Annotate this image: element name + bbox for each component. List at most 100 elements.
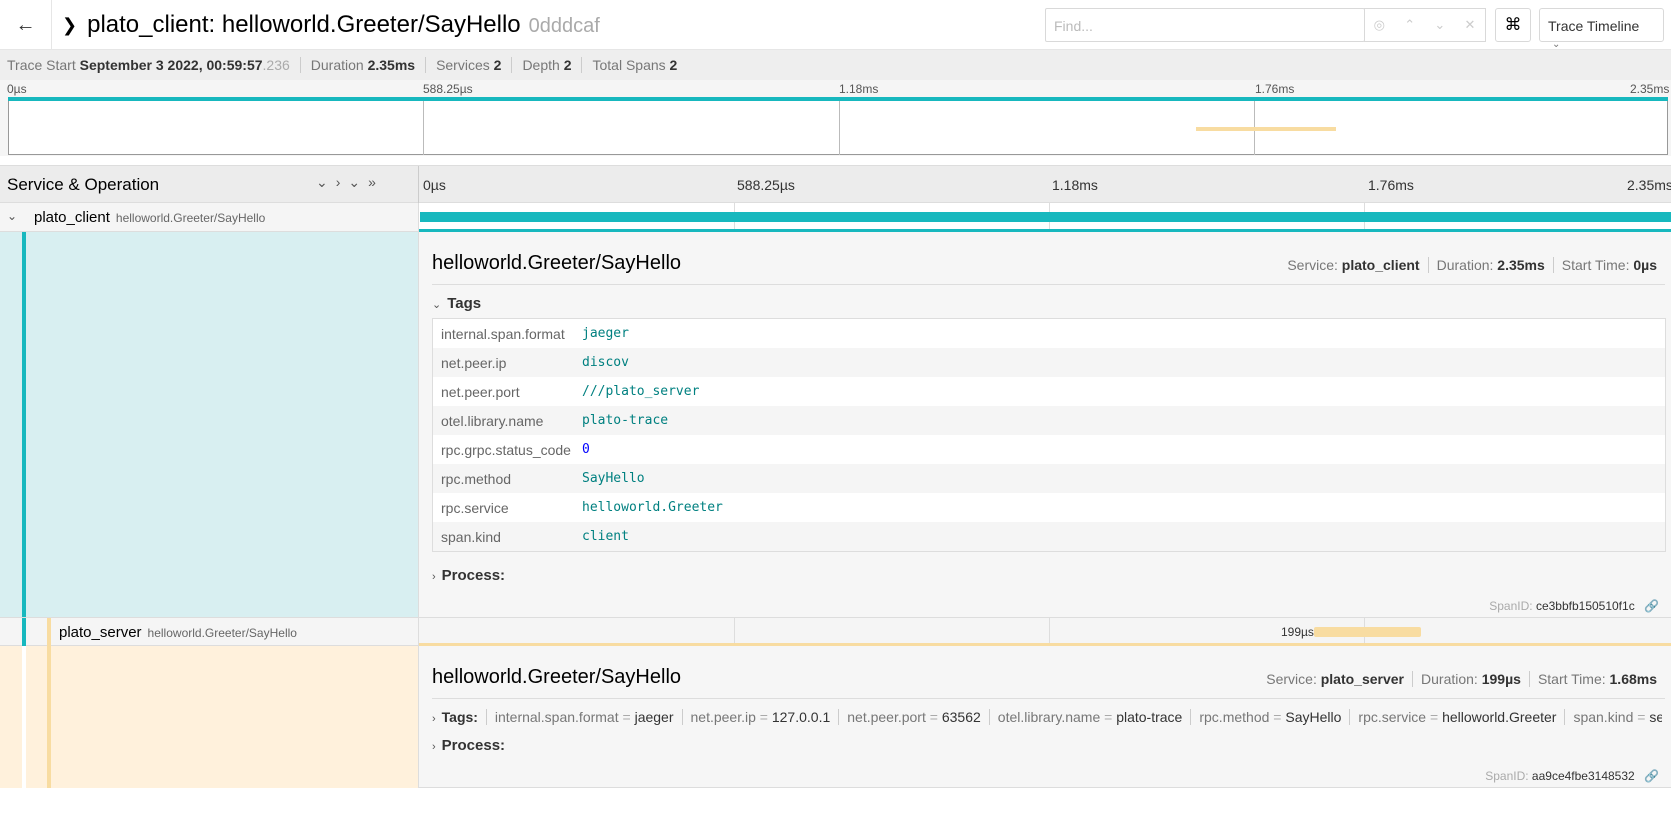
trace-total-spans: Total Spans 2	[592, 57, 678, 73]
span-row[interactable]: plato_server helloworld.Greeter/SayHello …	[0, 617, 1671, 647]
tag-row[interactable]: net.peer.port ///plato_server	[433, 377, 1665, 406]
inline-tag: otel.library.name = plato-trace	[988, 709, 1191, 725]
view-selector-label: Trace Timeline	[1548, 18, 1640, 34]
minimap-tick: 1.76ms	[1255, 82, 1295, 96]
tag-key: net.peer.port	[441, 383, 520, 400]
minimap-canvas[interactable]	[8, 97, 1668, 155]
timeline-tick: 2.35ms	[1627, 177, 1671, 193]
tag-row[interactable]: net.peer.ip discov	[433, 348, 1665, 377]
collapse-one-icon[interactable]: ⌄	[316, 174, 336, 190]
span-row-label: plato_server helloworld.Greeter/SayHello	[0, 618, 419, 647]
chevron-right-icon: ›	[432, 571, 436, 583]
span-name[interactable]: plato_client helloworld.Greeter/SayHello	[34, 209, 265, 226]
timeline-tick: 1.18ms	[1052, 177, 1098, 193]
span-row-label: ⌄ plato_client helloworld.Greeter/SayHell…	[0, 203, 419, 231]
trace-summary: Trace Start September 3 2022, 00:59:57.2…	[0, 50, 1671, 80]
tags-toggle[interactable]: › Tags: internal.span.format = jaeger net.…	[432, 709, 1662, 725]
inline-tag: span.kind = server	[1564, 709, 1662, 725]
span-name[interactable]: plato_server helloworld.Greeter/SayHello	[59, 624, 297, 641]
view-selector[interactable]: Trace Timeline ⌄	[1539, 8, 1664, 50]
span-detail: helloworld.Greeter/SayHello Service: pla…	[419, 643, 1671, 788]
collapse-all-icon[interactable]: ⌄	[348, 174, 368, 190]
expand-all-icon[interactable]: »	[368, 174, 384, 190]
tag-row[interactable]: rpc.grpc.status_code 0	[433, 435, 1665, 464]
tag-row[interactable]: rpc.service helloworld.Greeter	[433, 493, 1665, 522]
process-toggle[interactable]: › Process:	[432, 567, 505, 584]
service-operation-label: Service & Operation	[7, 175, 160, 194]
minimap-span-bar	[1196, 127, 1336, 131]
chevron-down-icon[interactable]: ⌄	[1434, 17, 1445, 33]
span-id: SpanID: aa9ce4fbe3148532 🔗	[1485, 769, 1659, 783]
timeline-tick: 0µs	[423, 177, 446, 193]
trace-depth: Depth 2	[522, 57, 583, 73]
minimap-gridline	[1254, 97, 1255, 155]
link-icon[interactable]: 🔗	[1644, 599, 1659, 613]
chevron-right-icon: ›	[432, 741, 436, 753]
span-id: SpanID: ce3bbfb150510f1c 🔗	[1489, 599, 1659, 613]
span-row[interactable]: ⌄ plato_client helloworld.Greeter/SayHell…	[0, 203, 1671, 232]
tag-row[interactable]: internal.span.format jaeger	[433, 319, 1665, 348]
find-input[interactable]: Find...	[1045, 8, 1365, 42]
minimap-span-bar	[8, 97, 1668, 101]
expand-one-icon[interactable]: ›	[336, 174, 349, 190]
tag-row[interactable]: span.kind client	[433, 522, 1665, 551]
chevron-down-icon[interactable]: ❯	[62, 15, 77, 36]
tag-value: 0	[582, 442, 590, 457]
span-detail-gutter	[0, 232, 419, 617]
link-icon[interactable]: 🔗	[1644, 769, 1659, 783]
trace-id: 0dddcaf	[528, 15, 600, 37]
inline-tag: rpc.method = SayHello	[1190, 709, 1350, 725]
find-controls: ◎ ⌃ ⌄ ✕	[1364, 8, 1486, 42]
tag-key: net.peer.ip	[441, 354, 507, 371]
tag-row[interactable]: rpc.method SayHello	[433, 464, 1665, 493]
locate-icon[interactable]: ◎	[1374, 17, 1385, 33]
tags-table: internal.span.format jaeger net.peer.ip dis…	[432, 318, 1666, 552]
collapse-controls: ⌄›⌄»	[316, 174, 384, 191]
timeline-tick: 588.25µs	[737, 177, 795, 193]
trace-services: Services 2	[436, 57, 513, 73]
trace-header: ← ❯ plato_client: helloworld.Greeter/Say…	[0, 0, 1671, 50]
inline-tag: rpc.service = helloworld.Greeter	[1349, 709, 1565, 725]
close-icon[interactable]: ✕	[1464, 17, 1475, 33]
tag-value: SayHello	[582, 471, 645, 486]
tag-key: rpc.service	[441, 499, 509, 516]
keyboard-shortcuts-icon[interactable]: ⌘	[1495, 8, 1531, 42]
tag-key: internal.span.format	[441, 325, 565, 342]
minimap-tick: 1.18ms	[839, 82, 879, 96]
span-bar[interactable]	[1314, 627, 1421, 637]
service-operation-header: Service & Operation ⌄›⌄»	[0, 166, 419, 204]
timeline-tick: 1.76ms	[1368, 177, 1414, 193]
trace-title[interactable]: ❯ plato_client: helloworld.Greeter/SayHe…	[62, 8, 600, 42]
tag-key: otel.library.name	[441, 412, 544, 429]
chevron-up-icon[interactable]: ⌃	[1404, 17, 1415, 33]
minimap-tick: 0µs	[7, 82, 27, 96]
span-detail-gutter	[0, 646, 419, 788]
back-arrow-icon[interactable]: ←	[0, 0, 52, 50]
chevron-down-icon: ⌄	[1552, 39, 1561, 50]
chevron-right-icon: ›	[432, 713, 436, 725]
span-detail-title: helloworld.Greeter/SayHello	[432, 252, 682, 274]
inline-tag: net.peer.port = 63562	[838, 709, 989, 725]
tags-toggle[interactable]: ⌄ Tags	[432, 295, 481, 312]
tag-value: plato-trace	[582, 413, 669, 428]
chevron-down-icon[interactable]: ⌄	[7, 209, 17, 223]
process-toggle[interactable]: › Process:	[432, 737, 505, 754]
span-detail-meta: Service: plato_server Duration: 199µs St…	[1258, 671, 1665, 687]
span-detail-title: helloworld.Greeter/SayHello	[432, 666, 682, 688]
timeline-header: Service & Operation ⌄›⌄» 0µs 588.25µs 1.…	[0, 165, 1671, 204]
inline-tag: internal.span.format = jaeger	[485, 709, 682, 725]
minimap-gridline	[423, 97, 424, 155]
tag-value: jaeger	[582, 326, 629, 341]
trace-duration: Duration 2.35ms	[311, 57, 427, 73]
tag-row[interactable]: otel.library.name plato-trace	[433, 406, 1665, 435]
tag-key: span.kind	[441, 528, 501, 545]
trace-start: Trace Start September 3 2022, 00:59:57.2…	[7, 57, 301, 73]
minimap-tick: 588.25µs	[423, 82, 473, 96]
tag-key: rpc.method	[441, 470, 512, 487]
minimap-tick: 2.35ms	[1630, 82, 1670, 96]
span-detail-meta: Service: plato_client Duration: 2.35ms S…	[1279, 257, 1665, 273]
inline-tag: net.peer.ip = 127.0.0.1	[681, 709, 839, 725]
minimap-gridline	[839, 97, 840, 155]
span-bar[interactable]	[420, 212, 1671, 222]
tag-key: rpc.grpc.status_code	[441, 441, 571, 458]
